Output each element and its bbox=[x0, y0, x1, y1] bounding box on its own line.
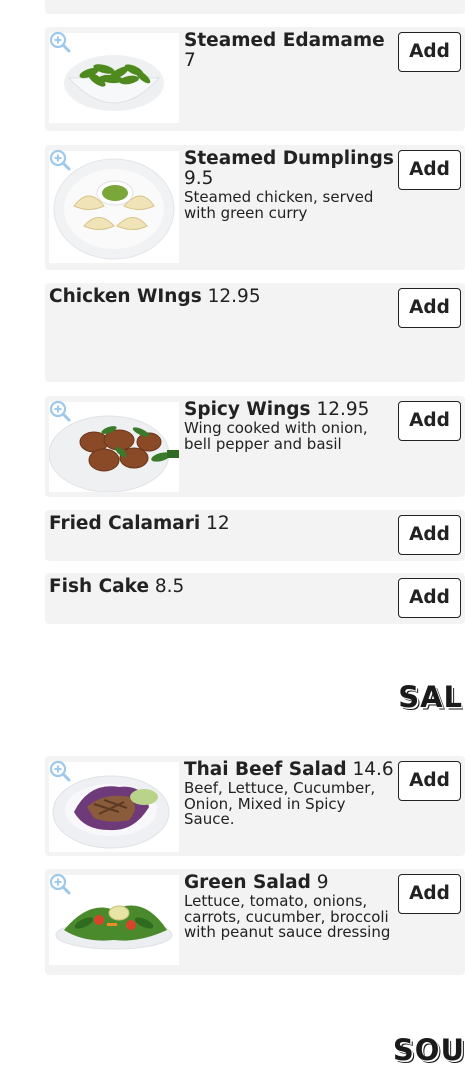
menu-item-name: Fish Cake bbox=[49, 576, 150, 597]
menu-item-title: Green Salad 9 bbox=[184, 873, 397, 893]
add-button[interactable]: Add bbox=[398, 288, 461, 328]
menu-item-info: Steamed Dumplings 9.5 Steamed chicken, s… bbox=[184, 149, 395, 221]
add-button[interactable]: Add bbox=[398, 578, 461, 618]
menu-item-price: 9.5 bbox=[184, 168, 214, 189]
menu-item-card: Thai Beef Salad 14.6 Beef, Lettuce, Cucu… bbox=[45, 756, 465, 856]
zoom-in-icon[interactable] bbox=[49, 760, 71, 782]
menu-item-title: Steamed Edamame 7 bbox=[184, 31, 395, 71]
menu-item-title: Steamed Dumplings 9.5 bbox=[184, 149, 395, 189]
menu-item-card: Fried Calamari 12 Add bbox=[45, 510, 465, 561]
menu-item-price: 12.95 bbox=[316, 399, 370, 420]
menu-item-name: Thai Beef Salad bbox=[184, 759, 347, 780]
menu-item-title: Spicy Wings 12.95 bbox=[184, 400, 395, 420]
menu-item-info: Fried Calamari 12 bbox=[49, 514, 395, 534]
menu-item-description: Beef, Lettuce, Cucumber, Onion, Mixed in… bbox=[184, 779, 376, 828]
menu-item-price: 12.95 bbox=[207, 286, 261, 307]
menu-item-info: Green Salad 9 Lettuce, tomato, onions, c… bbox=[184, 873, 397, 941]
menu-item-card: Steamed Edamame 7 Add bbox=[45, 27, 465, 131]
menu-item-card-partial bbox=[45, 0, 465, 14]
add-button[interactable]: Add bbox=[398, 32, 461, 72]
menu-item-card: Fish Cake 8.5 Add bbox=[45, 573, 465, 624]
menu-item-title: Chicken WIngs 12.95 bbox=[49, 287, 395, 307]
menu-item-card: Chicken WIngs 12.95 Add bbox=[45, 283, 465, 382]
menu-item-title: Thai Beef Salad 14.6 bbox=[184, 760, 395, 780]
zoom-in-icon[interactable] bbox=[49, 31, 71, 53]
menu-item-name: Fried Calamari bbox=[49, 513, 201, 534]
menu-item-info: Fish Cake 8.5 bbox=[49, 577, 395, 597]
add-button[interactable]: Add bbox=[398, 515, 461, 555]
menu-item-card: Green Salad 9 Lettuce, tomato, onions, c… bbox=[45, 869, 465, 975]
menu-item-info: Thai Beef Salad 14.6 Beef, Lettuce, Cucu… bbox=[184, 760, 395, 828]
menu-item-name: Steamed Edamame bbox=[184, 30, 385, 51]
menu-item-price: 14.6 bbox=[352, 759, 394, 780]
menu-item-description: Lettuce, tomato, onions, carrots, cucumb… bbox=[184, 892, 391, 941]
menu-item-price: 7 bbox=[184, 50, 196, 71]
menu-item-title: Fried Calamari 12 bbox=[49, 514, 395, 534]
menu-item-info: Spicy Wings 12.95 Wing cooked with onion… bbox=[184, 400, 395, 452]
add-button[interactable]: Add bbox=[398, 874, 461, 914]
menu-item-price: 8.5 bbox=[154, 576, 185, 597]
menu-item-description: Steamed chicken, served with green curry bbox=[184, 188, 374, 222]
menu-item-name: Green Salad bbox=[184, 872, 311, 893]
menu-item-name: Spicy Wings bbox=[184, 399, 311, 420]
add-button[interactable]: Add bbox=[398, 761, 461, 801]
menu-item-info: Steamed Edamame 7 bbox=[184, 31, 395, 71]
add-button[interactable]: Add bbox=[398, 150, 461, 190]
menu-item-card: Spicy Wings 12.95 Wing cooked with onion… bbox=[45, 396, 465, 497]
menu-item-price: 9 bbox=[316, 872, 329, 893]
menu-item-name: Chicken WIngs bbox=[49, 286, 202, 307]
menu-item-card: Steamed Dumplings 9.5 Steamed chicken, s… bbox=[45, 145, 465, 270]
menu-item-title: Fish Cake 8.5 bbox=[49, 577, 395, 597]
menu-item-description: Wing cooked with onion, bell pepper and … bbox=[184, 419, 368, 453]
zoom-in-icon[interactable] bbox=[49, 149, 71, 171]
zoom-in-icon[interactable] bbox=[49, 400, 71, 422]
menu-item-price: 12 bbox=[206, 513, 230, 534]
menu-item-name: Steamed Dumplings bbox=[184, 148, 394, 169]
zoom-in-icon[interactable] bbox=[49, 873, 71, 895]
section-title-soup: SOU bbox=[392, 1033, 465, 1067]
menu-item-info: Chicken WIngs 12.95 bbox=[49, 287, 395, 307]
add-button[interactable]: Add bbox=[398, 401, 461, 441]
section-title-salad: SAL bbox=[398, 680, 463, 714]
